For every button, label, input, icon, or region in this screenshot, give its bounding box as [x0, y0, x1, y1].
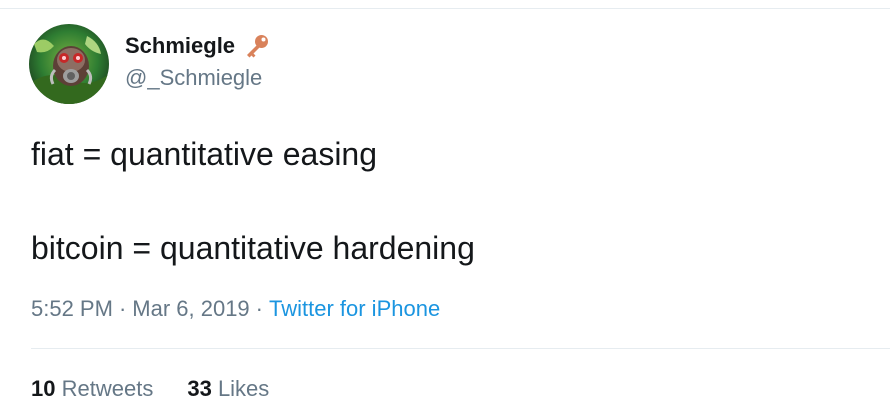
user-name-row: Schmiegle — [125, 33, 270, 59]
likes-stat[interactable]: 33 Likes — [187, 376, 269, 402]
top-divider — [0, 8, 890, 9]
key-icon — [244, 33, 270, 59]
display-name[interactable]: Schmiegle — [125, 33, 235, 59]
user-handle[interactable]: @_Schmiegle — [125, 65, 262, 91]
avatar-image — [29, 24, 109, 104]
tweet-date[interactable]: Mar 6, 2019 — [132, 296, 249, 321]
avatar[interactable] — [29, 24, 109, 104]
tweet-meta: 5:52 PM · Mar 6, 2019 · Twitter for iPhone — [31, 296, 440, 322]
tweet-time[interactable]: 5:52 PM — [31, 296, 113, 321]
retweets-count: 10 — [31, 376, 56, 401]
stats-divider — [31, 348, 890, 349]
likes-label: Likes — [217, 376, 270, 401]
retweets-label: Retweets — [61, 376, 154, 401]
tweet-text-line-1: fiat = quantitative easing — [31, 136, 378, 172]
source-link[interactable]: Twitter for iPhone — [269, 296, 440, 321]
tweet-text-line-2: bitcoin = quantitative hardening — [31, 230, 475, 266]
retweets-stat[interactable]: 10 Retweets — [31, 376, 153, 402]
likes-count: 33 — [187, 376, 212, 401]
tweet-stats: 10 Retweets 33 Likes — [31, 376, 269, 402]
tweet-card: Schmiegle @_Schmiegle fiat = quantitativ… — [0, 0, 890, 418]
meta-separator: · — [118, 296, 127, 321]
meta-separator: · — [255, 296, 263, 321]
